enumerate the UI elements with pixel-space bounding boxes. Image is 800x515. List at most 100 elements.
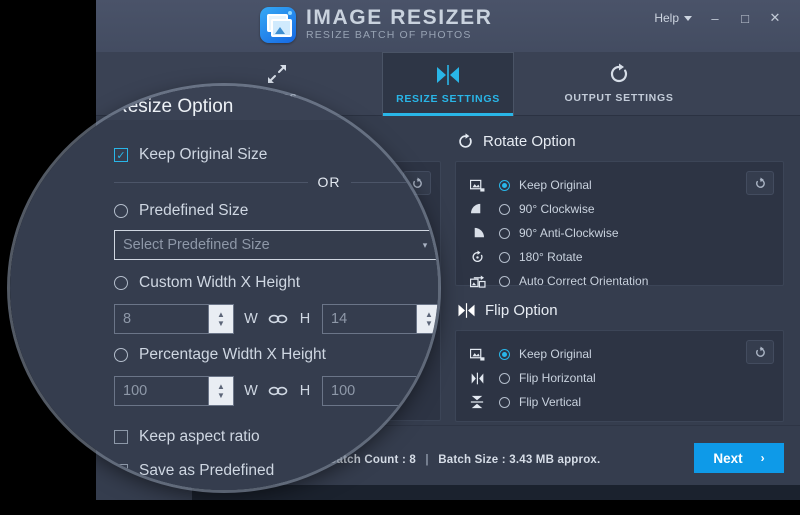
custom-size-label: Custom Width X Height [139, 274, 301, 291]
rotate-180-icon [470, 250, 490, 264]
percentage-size-label: Percentage Width X Height [139, 346, 326, 363]
batch-size-value: 3.43 MB approx. [509, 454, 601, 466]
percentage-height-label: H [299, 383, 311, 399]
keep-aspect-ratio-label: Keep aspect ratio [139, 428, 260, 445]
rotate-radio-180[interactable] [499, 251, 510, 263]
screenshot-root: IMAGE RESIZER RESIZE BATCH OF PHOTOS Hel… [0, 0, 800, 515]
resize-arrows-icon [435, 64, 461, 86]
predefined-size-radio[interactable] [114, 204, 128, 218]
magnified-custom-size[interactable]: Custom Width X Height [114, 268, 438, 298]
help-label: Help [654, 11, 679, 25]
tab-output-settings[interactable]: OUTPUT SETTINGS [554, 52, 684, 115]
minimize-button[interactable]: – [702, 6, 728, 30]
percentage-height-value[interactable]: 100 [323, 377, 416, 405]
percentage-width-label: W [244, 383, 258, 399]
flip-reset-button[interactable] [746, 340, 774, 364]
rotate-reset-button[interactable] [746, 171, 774, 195]
magnified-save-as-predefined[interactable]: ✓ Save as Predefined [114, 456, 438, 486]
magnified-predefined-size[interactable]: Predefined Size [114, 196, 438, 226]
tab-output-settings-label: OUTPUT SETTINGS [564, 92, 674, 104]
rotate-radio-90-anticlockwise[interactable] [499, 227, 510, 239]
flip-radio-vertical[interactable] [499, 396, 510, 408]
keep-original-icon [470, 179, 490, 192]
maximize-button[interactable]: □ [732, 6, 758, 30]
keep-original-icon [470, 348, 490, 361]
keep-original-size-label: Keep Original Size [139, 146, 268, 163]
percentage-width-value[interactable]: 100 [115, 377, 208, 405]
rotate-item-keep-original[interactable]: Keep Original [470, 173, 773, 197]
flip-item-horizontal[interactable]: Flip Horizontal [470, 366, 773, 390]
custom-height-spinner[interactable]: ▲ ▼ [416, 305, 438, 333]
custom-width-spinner[interactable]: ▲ ▼ [208, 305, 233, 333]
rotate-item-90-clockwise[interactable]: 90° Clockwise [470, 197, 773, 221]
flip-horizontal-icon [470, 372, 490, 385]
magnified-keep-aspect-ratio[interactable]: ✓ Keep aspect ratio [114, 422, 438, 452]
or-label: OR [317, 174, 341, 190]
predefined-size-placeholder: Select Predefined Size [123, 237, 270, 253]
chain-link-icon[interactable] [268, 314, 288, 324]
rotate-option-title: Rotate Option [483, 132, 576, 150]
custom-height-stepper[interactable]: 14 ▲ ▼ [322, 304, 438, 334]
rotate-label-auto-correct: Auto Correct Orientation [519, 274, 649, 288]
rotate-item-auto-correct[interactable]: Auto Correct Orientation [470, 269, 773, 293]
predefined-size-select[interactable]: Select Predefined Size ▾ [114, 230, 438, 260]
percentage-height-stepper[interactable]: 100 ▲ ▼ [322, 376, 438, 406]
app-tagline: RESIZE BATCH OF PHOTOS [306, 29, 472, 41]
magnified-percentage-size[interactable]: Percentage Width X Height [114, 340, 438, 370]
flip-option-header: Flip Option [457, 299, 784, 321]
percentage-height-spinner[interactable]: ▲ ▼ [416, 377, 438, 405]
magnified-keep-original-size[interactable]: ✓ Keep Original Size [114, 140, 438, 170]
rotate-item-180[interactable]: 180° Rotate [470, 245, 773, 269]
chain-link-icon[interactable] [268, 386, 288, 396]
rotate-radio-90-clockwise[interactable] [499, 203, 510, 215]
rotate-90-ccw-icon [470, 227, 490, 240]
predefined-size-label: Predefined Size [139, 202, 249, 219]
chevron-down-icon [684, 15, 692, 21]
percentage-size-radio[interactable] [114, 348, 128, 362]
percentage-width-spinner[interactable]: ▲ ▼ [208, 377, 233, 405]
window-controls: Help – □ ✕ [648, 6, 788, 30]
close-button[interactable]: ✕ [762, 6, 788, 30]
chevron-right-icon: › [760, 451, 765, 465]
rotate-label-90-anticlockwise: 90° Anti-Clockwise [519, 226, 619, 240]
percentage-width-stepper[interactable]: 100 ▲ ▼ [114, 376, 234, 406]
rotate-label-90-clockwise: 90° Clockwise [519, 202, 595, 216]
flip-vertical-icon [470, 395, 490, 409]
next-button-label: Next [713, 450, 743, 466]
app-brand: IMAGE RESIZER RESIZE BATCH OF PHOTOS [260, 7, 492, 43]
rotate-90-cw-icon [470, 203, 490, 216]
custom-height-value[interactable]: 14 [323, 305, 416, 333]
custom-size-radio[interactable] [114, 276, 128, 290]
rotate-refresh-icon [457, 132, 474, 150]
image-resizer-logo-icon [260, 7, 296, 43]
magnified-resize-title: Resize Option [114, 96, 234, 117]
flip-item-keep-original[interactable]: Keep Original [470, 342, 773, 366]
app-title: IMAGE RESIZER [306, 6, 493, 29]
title-bar: IMAGE RESIZER RESIZE BATCH OF PHOTOS Hel… [96, 0, 800, 52]
flip-option-title: Flip Option [485, 301, 558, 319]
keep-aspect-ratio-checkbox[interactable]: ✓ [114, 430, 128, 444]
flip-option-panel: Keep Original Flip Horizontal Flip Verti… [455, 330, 784, 422]
flip-radio-keep-original[interactable] [499, 348, 510, 360]
percentage-size-fields: 100 ▲ ▼ W H 100 ▲ ▼ [114, 376, 438, 406]
help-menu[interactable]: Help [648, 11, 698, 25]
next-button[interactable]: Next › [694, 443, 784, 473]
save-as-predefined-checkbox[interactable]: ✓ [114, 464, 128, 478]
rotate-option-header: Rotate Option [457, 130, 784, 152]
rotate-item-90-anticlockwise[interactable]: 90° Anti-Clockwise [470, 221, 773, 245]
magnified-resize-option: Resize Option ✓ Keep Original Size OR Pr… [114, 86, 438, 486]
flip-item-vertical[interactable]: Flip Vertical [470, 390, 773, 414]
custom-width-stepper[interactable]: 8 ▲ ▼ [114, 304, 234, 334]
or-divider: OR [114, 174, 438, 190]
keep-original-size-checkbox[interactable]: ✓ [114, 148, 128, 162]
chevron-down-icon[interactable]: ▾ [417, 240, 433, 251]
custom-width-label: W [244, 311, 258, 327]
rotate-radio-auto-correct[interactable] [499, 275, 510, 287]
rotate-radio-keep-original[interactable] [499, 179, 510, 191]
rotate-refresh-icon [608, 63, 630, 85]
batch-size-label: Batch Size : [438, 454, 506, 466]
custom-width-value[interactable]: 8 [115, 305, 208, 333]
rotate-label-180: 180° Rotate [519, 250, 583, 264]
save-as-predefined-label: Save as Predefined [139, 462, 275, 479]
flip-radio-horizontal[interactable] [499, 372, 510, 384]
